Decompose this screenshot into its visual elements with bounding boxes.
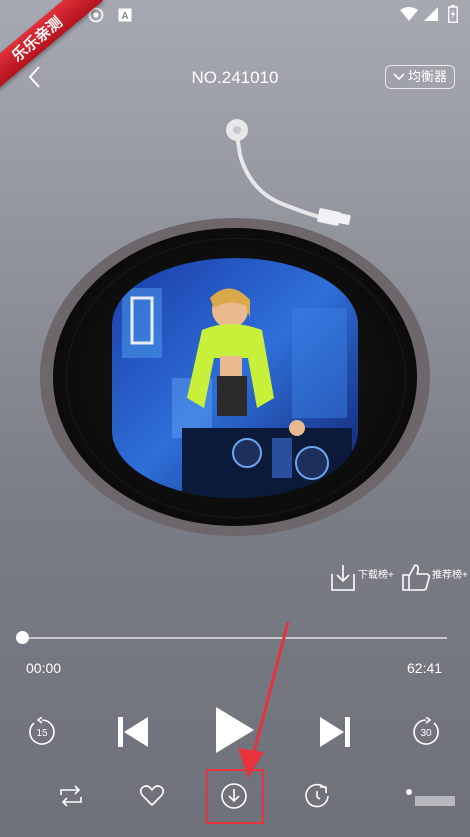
svg-text:A: A [121,11,128,22]
a-box-icon: A [118,8,132,22]
skip-next-icon [320,717,350,747]
more-icon [406,789,455,806]
annotation-arrow [238,621,290,778]
recommend-rank-label: 推荐榜+ [432,570,468,581]
current-time: 00:00 [26,660,62,676]
next-track-button[interactable] [316,712,356,752]
download-box-icon [331,565,355,591]
more-button[interactable] [398,783,458,809]
repeat-button[interactable] [56,782,86,810]
previous-track-button[interactable] [112,712,152,752]
download-rank-label: 下载榜+ [358,570,394,581]
skip-previous-icon [118,717,148,747]
rewind-15-button[interactable]: 15 [26,716,58,748]
timer-button[interactable] [302,781,332,811]
album-cover [112,258,358,498]
rewind-15-icon: 15 [29,717,55,745]
heart-icon [139,785,165,806]
recommend-rank-button[interactable]: 推荐榜+ [400,562,468,596]
chevron-down-icon [393,73,405,81]
wifi-icon [400,7,418,21]
forward-seconds-label: 30 [420,728,432,739]
repeat-icon [60,785,82,807]
progress-knob[interactable] [16,631,29,644]
favorite-button[interactable] [138,783,166,809]
rewind-seconds-label: 15 [36,728,48,739]
forward-30-button[interactable]: 30 [410,716,442,748]
equalizer-button[interactable]: 均衡器 [385,65,455,89]
thumbs-up-icon [402,564,431,591]
refresh-timer-icon [305,783,329,808]
equalizer-label: 均衡器 [407,69,447,84]
forward-30-icon: 30 [413,717,439,745]
signal-icon [424,7,438,21]
tonearm [226,119,351,226]
total-time: 62:41 [407,660,443,676]
battery-charging-icon [448,5,458,23]
download-rank-button[interactable]: 下载榜+ [328,562,394,596]
